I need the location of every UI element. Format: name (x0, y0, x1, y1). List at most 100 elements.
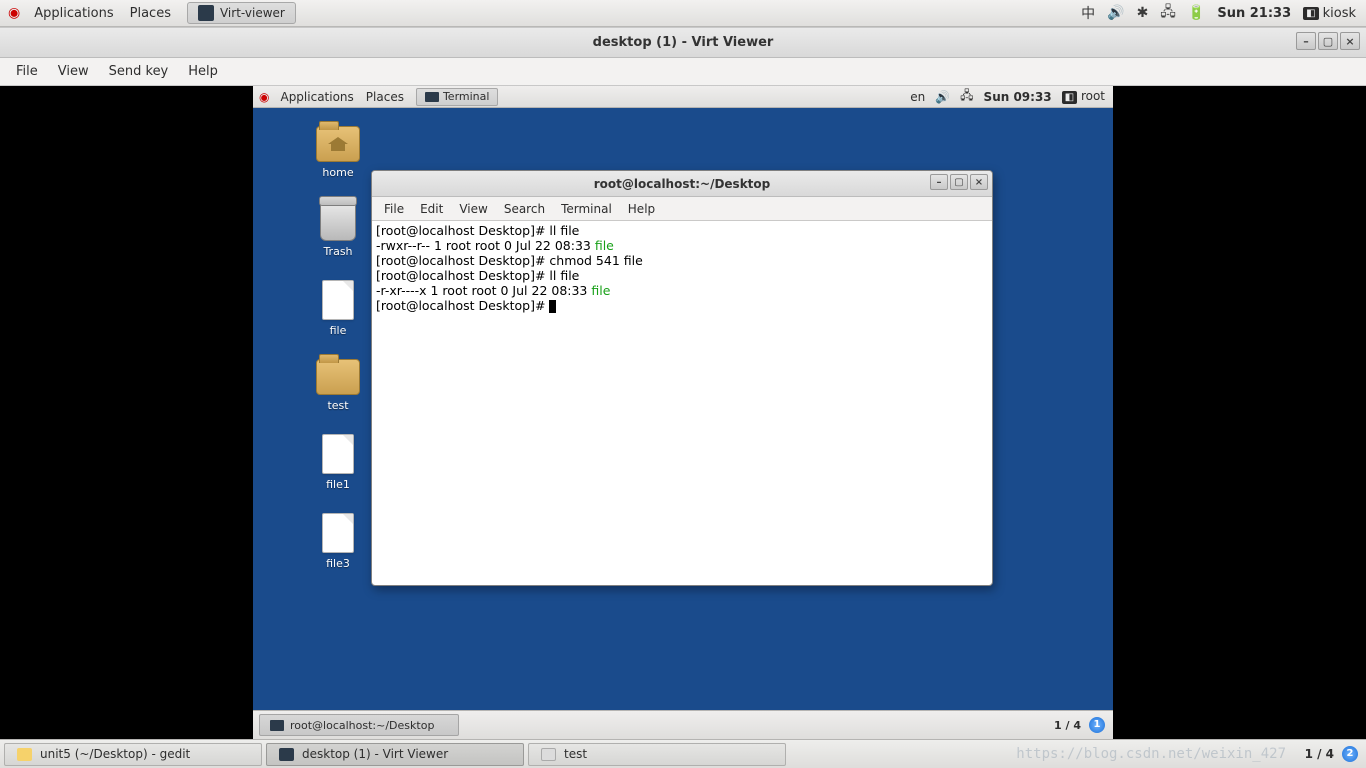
guest-network-icon[interactable]: 🖧 (960, 86, 973, 107)
guest-lang-indicator[interactable]: en (910, 90, 925, 104)
icon-label: test (327, 399, 348, 412)
guest-app-tab-label: Terminal (443, 90, 490, 103)
host-task-test[interactable]: test (528, 743, 786, 766)
icon-label: home (322, 166, 353, 179)
host-menu-applications[interactable]: Applications (26, 6, 121, 21)
host-app-tab-virtviewer[interactable]: Virt-viewer (187, 2, 296, 24)
user-badge-icon: ◧ (1303, 7, 1318, 20)
guest-desktop-icons: home Trash file test file1 (303, 126, 373, 570)
terminal-icon (270, 720, 284, 731)
terminal-menubar: File Edit View Search Terminal Help (372, 197, 992, 221)
terminal-cursor (549, 300, 556, 313)
virtviewer-icon (279, 748, 294, 761)
host-user-menu[interactable]: ◧ kiosk (1303, 6, 1356, 21)
home-folder-icon (316, 126, 360, 162)
virt-viewer-window: desktop (1) - Virt Viewer – ▢ × File Vie… (0, 27, 1366, 739)
term-close-button[interactable]: × (970, 174, 988, 190)
host-app-tab-label: Virt-viewer (220, 6, 285, 20)
file-icon (322, 513, 354, 553)
document-icon (541, 748, 556, 761)
guest-clock[interactable]: Sun 09:33 (984, 90, 1052, 104)
guest-bottom-taskbar: root@localhost:~/Desktop 1 / 4 1 (253, 710, 1113, 739)
virt-viewer-title-text: desktop (1) - Virt Viewer (593, 35, 774, 50)
redhat-icon: ◉ (8, 5, 20, 21)
host-workspace-indicator[interactable]: 2 (1342, 746, 1358, 762)
host-task-virtviewer[interactable]: desktop (1) - Virt Viewer (266, 743, 524, 766)
vv-maximize-button[interactable]: ▢ (1318, 32, 1338, 50)
file-icon (322, 434, 354, 474)
virt-viewer-menubar: File View Send key Help (0, 58, 1366, 86)
gedit-icon (17, 748, 32, 761)
term-menu-edit[interactable]: Edit (412, 202, 451, 216)
host-task-gedit[interactable]: unit5 (~/Desktop) - gedit (4, 743, 262, 766)
host-pager[interactable]: 1 / 4 (1305, 747, 1334, 761)
volume-icon[interactable]: 🔊 (1107, 5, 1124, 21)
vv-menu-file[interactable]: File (6, 64, 48, 79)
term-menu-help[interactable]: Help (620, 202, 663, 216)
guest-desktop: ◉ Applications Places Terminal en 🔊 🖧 Su… (253, 86, 1113, 739)
guest-user-badge-icon: ◧ (1062, 91, 1077, 104)
battery-icon[interactable]: 🔋 (1188, 5, 1205, 21)
folder-icon (316, 359, 360, 395)
term-line: [root@localhost Desktop]# (376, 298, 556, 313)
host-task-label: unit5 (~/Desktop) - gedit (40, 747, 190, 761)
guest-task-label: root@localhost:~/Desktop (290, 719, 434, 732)
vv-menu-help[interactable]: Help (178, 64, 228, 79)
virtviewer-icon (198, 5, 214, 21)
guest-redhat-icon: ◉ (259, 90, 269, 104)
host-user-label: kiosk (1323, 6, 1356, 21)
term-line: [root@localhost Desktop]# ll file (376, 223, 579, 238)
vv-close-button[interactable]: × (1340, 32, 1360, 50)
desktop-icon-file1[interactable]: file1 (303, 434, 373, 491)
network-icon[interactable]: 🖧 (1160, 1, 1176, 25)
term-menu-search[interactable]: Search (496, 202, 553, 216)
term-minimize-button[interactable]: – (930, 174, 948, 190)
desktop-icon-file[interactable]: file (303, 280, 373, 337)
term-menu-terminal[interactable]: Terminal (553, 202, 620, 216)
vv-minimize-button[interactable]: – (1296, 32, 1316, 50)
host-top-panel: ◉ Applications Places Virt-viewer 中 🔊 ✱ … (0, 0, 1366, 27)
term-line: -r-xr----x 1 root root 0 Jul 22 08:33 fi… (376, 283, 610, 298)
term-line: [root@localhost Desktop]# ll file (376, 268, 579, 283)
icon-label: file (330, 324, 347, 337)
guest-pager[interactable]: 1 / 4 (1054, 719, 1081, 732)
file-icon (322, 280, 354, 320)
guest-menu-applications[interactable]: Applications (274, 90, 359, 104)
icon-label: file1 (326, 478, 350, 491)
guest-volume-icon[interactable]: 🔊 (935, 90, 950, 104)
terminal-window: root@localhost:~/Desktop – ▢ × File Edit… (371, 170, 993, 586)
virt-viewer-titlebar[interactable]: desktop (1) - Virt Viewer – ▢ × (0, 28, 1366, 58)
term-line: -rwxr--r-- 1 root root 0 Jul 22 08:33 fi… (376, 238, 614, 253)
host-bottom-taskbar: unit5 (~/Desktop) - gedit desktop (1) - … (0, 739, 1366, 768)
vv-menu-sendkey[interactable]: Send key (99, 64, 179, 79)
ime-indicator[interactable]: 中 (1081, 3, 1095, 23)
desktop-icon-trash[interactable]: Trash (303, 201, 373, 258)
vv-menu-view[interactable]: View (48, 64, 99, 79)
guest-task-terminal[interactable]: root@localhost:~/Desktop (259, 714, 459, 736)
guest-user-menu[interactable]: ◧ root (1062, 89, 1105, 104)
guest-app-tab-terminal[interactable]: Terminal (416, 88, 499, 106)
term-menu-view[interactable]: View (451, 202, 495, 216)
term-line: [root@localhost Desktop]# chmod 541 file (376, 253, 643, 268)
terminal-title-text: root@localhost:~/Desktop (594, 177, 771, 191)
trash-icon (320, 201, 356, 241)
desktop-icon-file3[interactable]: file3 (303, 513, 373, 570)
desktop-icon-home[interactable]: home (303, 126, 373, 179)
term-maximize-button[interactable]: ▢ (950, 174, 968, 190)
host-task-label: test (564, 747, 587, 761)
terminal-body[interactable]: [root@localhost Desktop]# ll file -rwxr-… (372, 221, 992, 315)
bluetooth-icon[interactable]: ✱ (1137, 5, 1149, 21)
guest-menu-places[interactable]: Places (360, 90, 410, 104)
host-task-label: desktop (1) - Virt Viewer (302, 747, 448, 761)
guest-top-panel: ◉ Applications Places Terminal en 🔊 🖧 Su… (253, 86, 1113, 108)
desktop-icon-test[interactable]: test (303, 359, 373, 412)
guest-workspace-indicator[interactable]: 1 (1089, 717, 1105, 733)
host-clock[interactable]: Sun 21:33 (1217, 6, 1291, 21)
icon-label: Trash (323, 245, 352, 258)
terminal-icon (425, 92, 439, 102)
host-menu-places[interactable]: Places (122, 6, 179, 21)
guest-user-label: root (1081, 89, 1105, 103)
terminal-titlebar[interactable]: root@localhost:~/Desktop – ▢ × (372, 171, 992, 197)
icon-label: file3 (326, 557, 350, 570)
term-menu-file[interactable]: File (376, 202, 412, 216)
